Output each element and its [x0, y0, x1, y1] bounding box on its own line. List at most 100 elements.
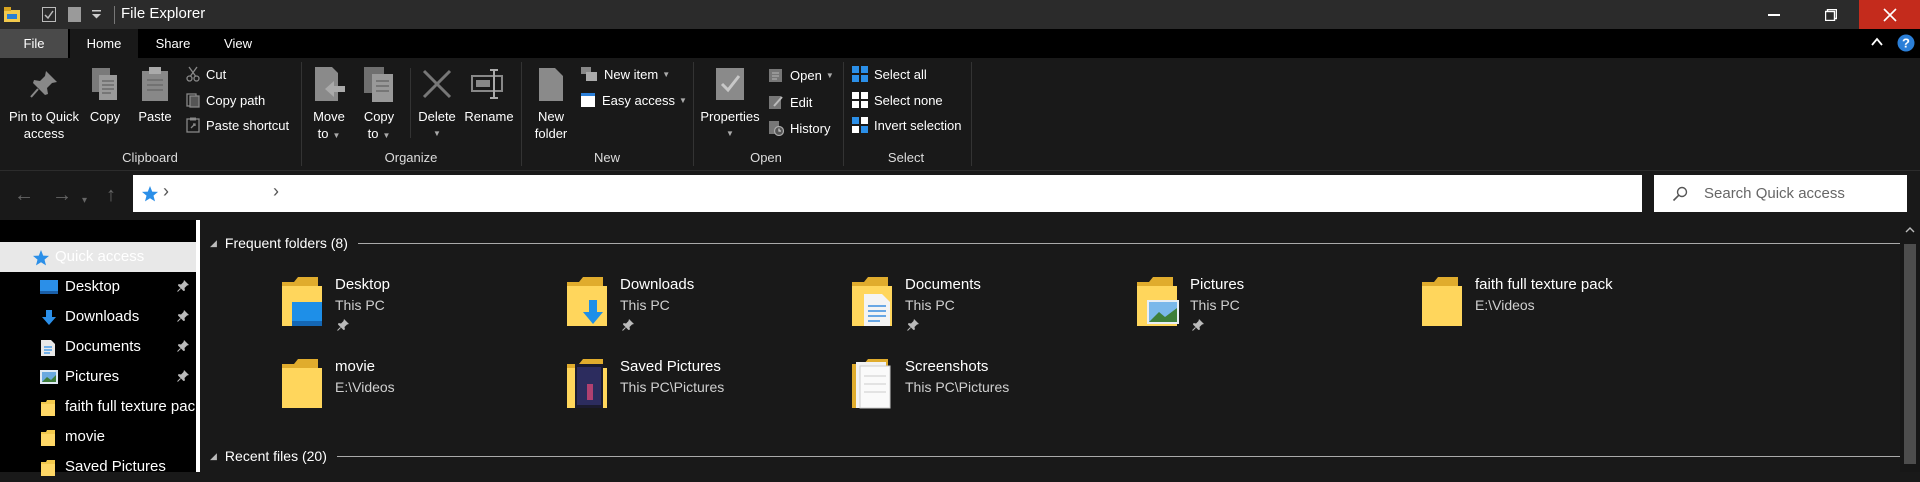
- breadcrumb-chevron-icon[interactable]: ›: [163, 181, 169, 202]
- tab-home[interactable]: Home: [70, 29, 138, 58]
- dropdown-arrow-icon: ▼: [726, 129, 734, 138]
- open-button[interactable]: Open ▼: [768, 64, 834, 86]
- pin-icon[interactable]: [177, 280, 189, 292]
- nav-item-saved-pictures[interactable]: Saved Pictures: [0, 452, 196, 482]
- cut-button[interactable]: Cut: [186, 63, 226, 85]
- tab-share[interactable]: Share: [140, 29, 206, 58]
- pin-icon[interactable]: [177, 370, 189, 382]
- delete-button[interactable]: Delete ▼: [414, 64, 460, 142]
- forward-arrow-icon[interactable]: →: [52, 185, 72, 205]
- copy-to-button[interactable]: Copy to ▼: [356, 64, 402, 144]
- paste-shortcut-button[interactable]: Paste shortcut: [186, 114, 289, 136]
- tab-file[interactable]: File: [0, 29, 68, 58]
- pin-icon[interactable]: [337, 319, 349, 331]
- back-arrow-icon[interactable]: ←: [14, 185, 34, 205]
- minimize-button[interactable]: [1745, 0, 1802, 29]
- nav-item-desktop[interactable]: Desktop: [0, 272, 196, 302]
- address-toolbar: ← → ▾ ↑ › Quick access ›: [0, 171, 1920, 220]
- search-input[interactable]: [1704, 181, 1899, 206]
- nav-item-downloads[interactable]: Downloads: [0, 302, 196, 332]
- search-icon: [1672, 186, 1688, 202]
- up-arrow-icon[interactable]: ↑: [106, 185, 116, 205]
- pictures-icon: [40, 369, 58, 385]
- copy-button[interactable]: Copy: [84, 64, 126, 125]
- clipboard-group-label: Clipboard: [122, 150, 178, 165]
- folder-tile-screenshots[interactable]: Screenshots This PC\Pictures: [770, 352, 1050, 424]
- customize-qat-icon[interactable]: [92, 10, 101, 19]
- easy-access-button[interactable]: Easy access ▼: [580, 89, 687, 111]
- move-to-button[interactable]: Move to ▼: [306, 64, 352, 144]
- scroll-up-arrow-icon[interactable]: [1905, 226, 1915, 233]
- pin-icon[interactable]: [1192, 319, 1204, 331]
- copy-path-button[interactable]: Copy path: [186, 89, 265, 111]
- ribbon: Pin to Quick access Copy Paste Cut Copy …: [0, 58, 1920, 171]
- new-folder-qat-icon[interactable]: [68, 7, 81, 22]
- folder-tile-desktop[interactable]: Desktop This PC: [200, 270, 480, 342]
- section-divider: [357, 242, 1900, 244]
- move-to-icon: [309, 64, 349, 104]
- close-icon: [1882, 7, 1897, 22]
- frequent-folders-header[interactable]: ◢ Frequent folders (8): [210, 233, 1900, 253]
- history-icon: [769, 121, 784, 136]
- new-group-label: New: [593, 150, 620, 165]
- delete-x-icon: [417, 64, 457, 104]
- nav-item-faith-full-texture-pack[interactable]: faith full texture pack: [0, 392, 203, 422]
- scrollbar-thumb[interactable]: [1904, 244, 1916, 464]
- dropdown-arrow-icon: ▼: [433, 129, 441, 138]
- ribbon-button-separator: [410, 68, 411, 138]
- desktop-folder-icon: [278, 272, 326, 330]
- restore-button[interactable]: [1802, 0, 1859, 29]
- collapse-caret-icon[interactable]: ◢: [210, 238, 217, 249]
- help-icon[interactable]: ?: [1897, 34, 1915, 52]
- folder-tile-saved-pictures[interactable]: Saved Pictures This PC\Pictures: [485, 352, 765, 424]
- history-button[interactable]: History: [768, 117, 830, 139]
- folder-tile-movie[interactable]: movie E:\Videos: [200, 352, 480, 424]
- recent-files-header[interactable]: ◢ Recent files (20): [210, 446, 1900, 466]
- documents-icon: [40, 339, 56, 357]
- nav-item-pictures[interactable]: Pictures: [0, 362, 196, 392]
- select-all-button[interactable]: Select all: [852, 63, 927, 85]
- pin-icon[interactable]: [907, 319, 919, 331]
- nav-item-quick-access[interactable]: Quick access: [0, 242, 196, 272]
- pin-to-quick-access-button[interactable]: Pin to Quick access: [4, 64, 84, 142]
- file-explorer-app-icon[interactable]: [4, 7, 20, 22]
- dropdown-arrow-icon: ▼: [678, 95, 687, 105]
- title-separator: [114, 6, 115, 24]
- folder-tile-downloads[interactable]: Downloads This PC: [485, 270, 765, 342]
- pin-icon[interactable]: [177, 310, 189, 322]
- pin-icon[interactable]: [622, 319, 634, 331]
- properties-qat-icon[interactable]: [42, 7, 56, 22]
- tab-view[interactable]: View: [208, 29, 268, 58]
- nav-item-documents[interactable]: Documents: [0, 332, 196, 362]
- edit-button[interactable]: Edit: [768, 91, 812, 113]
- folder-tile-faith-full-texture-pack[interactable]: faith full texture pack E:\Videos: [1340, 270, 1620, 342]
- recent-locations-chevron-icon[interactable]: ▾: [82, 191, 87, 211]
- select-none-button[interactable]: Select none: [852, 89, 943, 111]
- paste-button[interactable]: Paste: [132, 64, 178, 125]
- breadcrumb-quick-access[interactable]: Quick access: [179, 184, 268, 201]
- search-box[interactable]: [1654, 175, 1907, 212]
- invert-selection-icon: [852, 117, 868, 133]
- folder-tile-pictures[interactable]: Pictures This PC: [1055, 270, 1335, 342]
- breadcrumb-chevron-icon[interactable]: ›: [273, 181, 279, 202]
- nav-item-movie[interactable]: movie: [0, 422, 196, 452]
- rename-button[interactable]: Rename: [462, 64, 516, 125]
- collapse-caret-icon[interactable]: ◢: [210, 451, 217, 462]
- new-folder-button[interactable]: New folder: [528, 64, 574, 142]
- downloads-folder-icon: [563, 272, 611, 330]
- properties-button[interactable]: Properties ▼: [696, 64, 764, 142]
- ribbon-collapse-chevron-icon[interactable]: [1870, 35, 1884, 49]
- address-bar[interactable]: › Quick access ›: [133, 175, 1753, 212]
- close-button[interactable]: [1859, 0, 1920, 29]
- pin-icon[interactable]: [177, 340, 189, 352]
- folder-tile-documents[interactable]: Documents This PC: [770, 270, 1050, 342]
- invert-selection-button[interactable]: Invert selection: [852, 114, 961, 136]
- dropdown-arrow-icon: ▼: [662, 69, 671, 79]
- vertical-scrollbar[interactable]: [1900, 220, 1920, 472]
- new-item-button[interactable]: New item ▼: [580, 63, 670, 85]
- folder-icon: [40, 399, 56, 417]
- star-icon: [32, 249, 50, 267]
- folder-icon: [1418, 272, 1466, 330]
- pictures-folder-icon: [1133, 272, 1181, 330]
- title-bar: File Explorer: [0, 0, 1920, 29]
